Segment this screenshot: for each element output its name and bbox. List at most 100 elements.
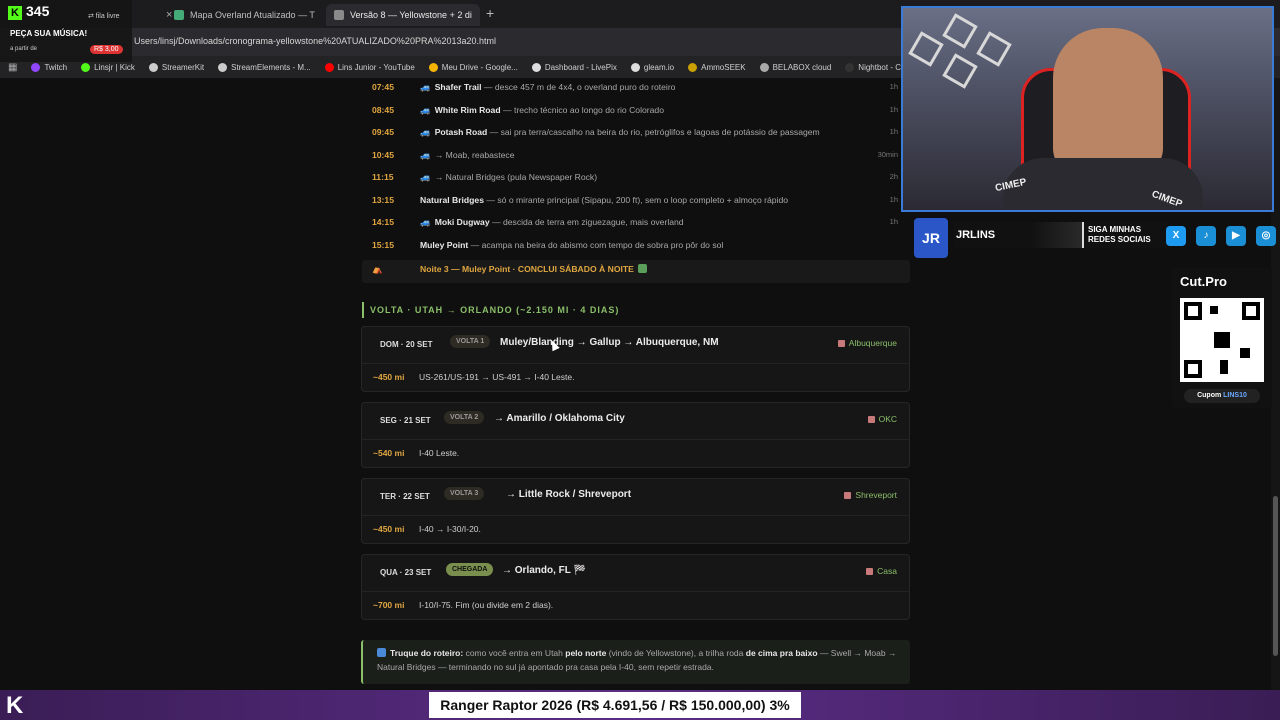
card-route: → Orlando, FL 🏁	[502, 565, 586, 576]
card-route: → Little Rock / Shreveport	[506, 489, 632, 500]
schedule-desc-wrap: 🚙 Moki Dugway — descida de terra em zigue…	[420, 217, 684, 228]
card-miles: ~450 mi	[373, 524, 405, 534]
goal-ticker: Ranger Raptor 2026 (R$ 4.691,56 / R$ 150…	[429, 692, 801, 718]
route-card: TER · 22 SET VOLTA 3 → Little Rock / Shrev…	[361, 478, 910, 544]
card-destination: Albuquerque	[838, 338, 897, 348]
bookmark-favicon-icon	[218, 62, 228, 72]
schedule-place: Moki Dugway	[434, 217, 490, 227]
schedule-time: 13:15	[372, 194, 394, 205]
bookmark-favicon-icon	[630, 62, 640, 72]
hexagon-shelf-icon	[942, 13, 978, 49]
route-card: SEG · 21 SET VOLTA 2 → Amarillo / Oklahoma…	[361, 402, 910, 468]
card-roads: US-261/US-191 → US-491 → I-40 Leste.	[419, 372, 575, 382]
bookmark-item[interactable]: gleam.io	[630, 62, 675, 72]
schedule-time: 15:15	[372, 239, 394, 250]
schedule-place: Shafer Trail	[434, 82, 482, 92]
card-divider	[362, 363, 909, 364]
bookmark-item[interactable]: Dashboard - LivePix	[531, 62, 617, 72]
tab-versao-8[interactable]: Versão 8 — Yellowstone + 2 di ×	[326, 4, 480, 26]
apps-grid-icon[interactable]: ▦	[8, 62, 17, 73]
night-text-wrap: Noite 3 — Muley Point · CONCLUI SÁBADO À…	[420, 264, 648, 274]
card-divider	[362, 591, 909, 592]
card-badge: VOLTA 1	[450, 335, 491, 348]
schedule-time: 09:45	[372, 127, 394, 137]
schedule-duration: 1h	[889, 127, 898, 136]
url-text[interactable]: Users/linsj/Downloads/cronograma-yellows…	[134, 36, 496, 46]
new-tab-button[interactable]: +	[486, 5, 494, 21]
instagram-icon[interactable]: ◎	[1256, 226, 1276, 246]
schedule-desc: — sai pra terra/cascalho na beira do rio…	[487, 127, 820, 137]
schedule-desc: — acampa na beira do abismo com tempo de…	[468, 239, 724, 250]
hexagon-shelf-icon	[942, 53, 978, 89]
schedule-duration: 1h	[889, 217, 898, 226]
bookmark-label: Dashboard - LivePix	[544, 62, 617, 72]
coupon-label: Cupom	[1197, 392, 1222, 399]
card-roads: I-10/I-75. Fim (ou divide em 2 dias).	[419, 600, 554, 610]
card-miles: ~450 mi	[373, 372, 405, 382]
night-row: ⛺ Noite 3 — Muley Point · CONCLUI SÁBADO…	[362, 260, 910, 283]
car-icon: 🚙	[420, 104, 431, 115]
bookmark-label: gleam.io	[643, 62, 675, 72]
schedule-time: 14:15	[372, 217, 394, 227]
schedule-duration: 30min	[877, 149, 898, 159]
coupon-badge: Cupom LINS10	[1184, 389, 1260, 403]
x-icon[interactable]: X	[1166, 226, 1186, 246]
card-destination: OKC	[868, 414, 897, 424]
schedule-row: 15:15 Muley Point — acampa na beira do ab…	[362, 236, 910, 259]
schedule-time: 11:15	[372, 172, 394, 182]
schedule-desc-wrap: 🚙 → Moab, reabastece	[420, 150, 514, 161]
bookmark-item[interactable]: StreamElements - M...	[218, 62, 311, 72]
card-route: → Amarillo / Oklahoma City	[494, 413, 625, 424]
card-badge: VOLTA 2	[444, 411, 485, 424]
schedule-desc: — trecho técnico ao longo do rio Colorad…	[500, 104, 664, 115]
schedule-duration: 1h	[889, 104, 898, 114]
tiktok-icon[interactable]: ♪	[1196, 226, 1216, 246]
viewer-count: 345	[26, 3, 50, 19]
tab-label: Mapa Overland Atualizado — T	[190, 10, 315, 20]
bookmark-label: StreamerKit	[161, 62, 205, 72]
coupon-code: LINS10	[1223, 392, 1247, 399]
kick-logo-icon: K	[8, 6, 22, 20]
schedule-place: White Rim Road	[434, 104, 501, 115]
schedule-desc: — só o mirante principal (Sipapu, 200 ft…	[484, 194, 789, 205]
schedule-row: 09:45 🚙 Potash Road — sai pra terra/cascal…	[362, 123, 910, 146]
price-badge: R$ 3,00	[90, 45, 123, 54]
route-card: QUA · 23 SET CHEGADA → Orlando, FL 🏁 Casa ~7…	[361, 554, 910, 620]
card-miles: ~540 mi	[373, 448, 405, 458]
car-icon: 🚙	[420, 127, 431, 137]
schedule-desc: — descida de terra em ziguezague, mais o…	[489, 217, 684, 227]
bookmark-item[interactable]: Linsjr | Kick	[81, 62, 135, 72]
card-roads: I-40 Leste.	[419, 448, 460, 458]
schedule-row: 11:15 🚙 → Natural Bridges (pula Newspaper …	[362, 168, 910, 191]
tip-text-2: (vindo de Yellowstone), a trilha roda	[606, 648, 746, 658]
scrollbar-thumb[interactable]	[1273, 496, 1278, 656]
schedule-desc: → Natural Bridges (pula Newspaper Rock)	[434, 172, 598, 182]
bookmark-item[interactable]: Twitch	[31, 62, 67, 72]
schedule-desc: — desce 457 m de 4x4, o overland puro do…	[481, 82, 676, 92]
bookmark-item[interactable]: StreamerKit	[148, 62, 205, 72]
schedule-row: 13:15 Natural Bridges — só o mirante prin…	[362, 191, 910, 214]
file-icon	[334, 10, 344, 20]
tent-icon: ⛺	[372, 264, 383, 274]
qr-code-icon	[1180, 298, 1264, 382]
card-destination: Casa	[866, 566, 897, 576]
bookmark-item[interactable]: Lins Junior - YouTube	[324, 62, 415, 72]
globe-icon	[174, 10, 184, 20]
cutpro-sponsor: Cut.Pro Cupom LINS10	[1172, 268, 1272, 408]
tab-label: Versão 8 — Yellowstone + 2 di	[350, 10, 472, 20]
bookmark-favicon-icon	[148, 62, 158, 72]
car-icon: 🚙	[420, 172, 431, 182]
schedule-desc-wrap: 🚙 → Natural Bridges (pula Newspaper Rock)	[420, 172, 597, 183]
bookmark-item[interactable]: Meu Drive - Google...	[428, 62, 518, 72]
bookmark-item[interactable]: AmmoSEEK	[688, 62, 746, 72]
bookmark-item[interactable]: BELABOX cloud	[759, 62, 831, 72]
youtube-icon[interactable]: ▶	[1226, 226, 1246, 246]
hexagon-shelf-icon	[976, 31, 1012, 67]
schedule-desc: → Moab, reabastece	[434, 149, 515, 160]
tab-mapa-overland[interactable]: Mapa Overland Atualizado — T ×	[166, 4, 322, 26]
song-request-widget: K 345 ⇄ fila livre PEÇA SUA MÚSICA! a pa…	[0, 0, 132, 62]
bookmark-label: Lins Junior - YouTube	[337, 62, 415, 72]
cutpro-title: Cut.Pro	[1180, 274, 1227, 289]
webcam-overlay: CIMEP CIMEP	[901, 6, 1274, 212]
tip-bold-2: de cima pra baixo	[745, 648, 818, 658]
